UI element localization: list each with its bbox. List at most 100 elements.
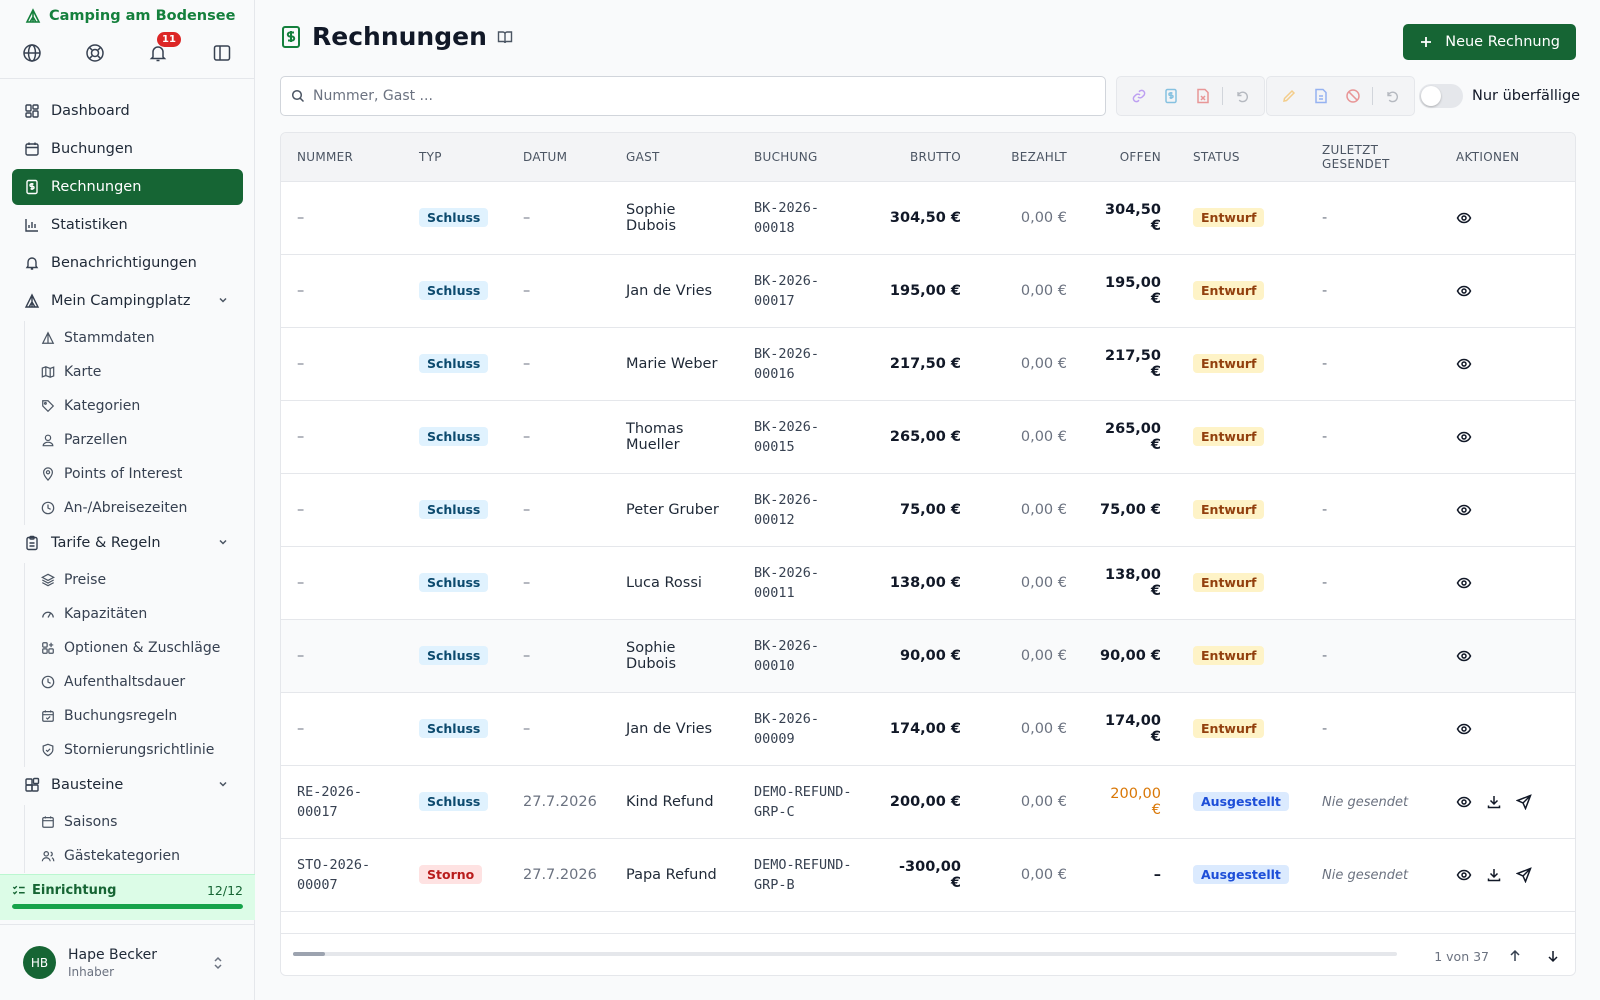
search-input[interactable] — [313, 88, 1073, 104]
booking-ref[interactable]: BK-2026-00015 — [754, 419, 819, 455]
eye-icon[interactable] — [1456, 867, 1472, 883]
edit-button[interactable] — [1273, 80, 1305, 112]
table-row[interactable]: – Schluss – Marie Weber BK-2026-00016 217,50 … — [281, 327, 1575, 401]
sub-item-an-abreise[interactable]: An-/Abreisezeiten — [41, 491, 243, 525]
eye-icon[interactable] — [1456, 210, 1472, 226]
eye-icon[interactable] — [1456, 721, 1472, 737]
nav-group-tarife-regeln[interactable]: Tarife & Regeln — [12, 525, 243, 561]
booking-ref[interactable]: BK-2026-00011 — [754, 565, 819, 601]
sub-item-parzellen[interactable]: Parzellen — [41, 423, 243, 457]
column-header[interactable]: DATUM — [507, 133, 610, 182]
sub-item-poi[interactable]: Points of Interest — [41, 457, 243, 491]
table-row[interactable]: – Schluss – Sophie Dubois BK-2026-00010 90,00… — [281, 619, 1575, 693]
invoice-date: 27.7.2026 — [523, 866, 597, 883]
sub-item-kapazitaeten[interactable]: Kapazitäten — [41, 597, 243, 631]
booking-ref[interactable]: BK-2026-00009 — [754, 711, 819, 747]
dashboard-icon — [24, 103, 40, 119]
avatar: HB — [23, 946, 56, 979]
column-header[interactable]: OFFEN — [1083, 133, 1177, 182]
scroll-down-button[interactable] — [1541, 944, 1565, 968]
send-icon[interactable] — [1516, 866, 1532, 883]
eye-icon[interactable] — [1456, 502, 1472, 518]
new-invoice-button[interactable]: Neue Rechnung — [1403, 24, 1576, 60]
table-row[interactable]: – Schluss – Jan de Vries BK-2026-00017 195,00… — [281, 254, 1575, 328]
booking-ref[interactable]: BK-2026-00018 — [754, 200, 819, 236]
globe-icon[interactable] — [19, 40, 45, 66]
booking-ref[interactable]: DEMO-REFUND-GRP-B — [754, 857, 852, 893]
nav-statistiken[interactable]: Statistiken — [12, 207, 243, 243]
reset-button[interactable] — [1376, 80, 1408, 112]
horizontal-scrollbar[interactable] — [293, 952, 1397, 956]
nav-group-mein-campingplatz[interactable]: Mein Campingplatz — [12, 283, 243, 319]
sub-item-buchungsregeln[interactable]: Buchungsregeln — [41, 699, 243, 733]
document-button[interactable] — [1305, 80, 1337, 112]
sub-item-optionen[interactable]: Optionen & Zuschläge — [41, 631, 243, 665]
column-header[interactable]: BUCHUNG — [738, 133, 872, 182]
scroll-up-button[interactable] — [1503, 944, 1527, 968]
brand[interactable]: Camping am Bodensee — [25, 8, 235, 24]
invoice-date: – — [523, 282, 531, 299]
column-header[interactable]: STATUS — [1177, 133, 1306, 182]
column-header[interactable]: TYP — [403, 133, 507, 182]
sub-item-aufenthaltsdauer[interactable]: Aufenthaltsdauer — [41, 665, 243, 699]
nav-rechnungen[interactable]: Rechnungen — [12, 169, 243, 205]
nav-benachrichtigungen[interactable]: Benachrichtigungen — [12, 245, 243, 281]
tag-icon — [41, 399, 55, 413]
send-icon[interactable] — [1516, 793, 1532, 810]
book-open-icon[interactable] — [497, 29, 513, 45]
nav-group-bausteine[interactable]: Bausteine — [12, 767, 243, 803]
sub-item-karte[interactable]: Karte — [41, 355, 243, 389]
sidebar-toggle-icon[interactable] — [209, 40, 235, 66]
sub-item-stornierungsrichtlinie[interactable]: Stornierungsrichtlinie — [41, 733, 243, 767]
notifications-bell-icon[interactable]: 11 — [145, 32, 181, 66]
table-row[interactable]: – Schluss – Luca Rossi BK-2026-00011 138,00 €… — [281, 546, 1575, 620]
notification-count-badge: 11 — [157, 32, 181, 47]
undo-button[interactable] — [1226, 80, 1258, 112]
column-header[interactable]: ZULETZT GESENDET — [1306, 133, 1440, 182]
booking-ref[interactable]: BK-2026-00010 — [754, 638, 819, 674]
download-icon[interactable] — [1486, 794, 1502, 810]
sub-item-kategorien[interactable]: Kategorien — [41, 389, 243, 423]
setup-progress[interactable]: Einrichtung 12/12 — [0, 874, 255, 920]
column-header[interactable]: BEZAHLT — [977, 133, 1083, 182]
booking-ref[interactable]: BK-2026-00017 — [754, 273, 819, 309]
invoice-doc-button[interactable] — [1155, 80, 1187, 112]
cancel-invoice-button[interactable] — [1337, 80, 1369, 112]
column-header[interactable]: NUMMER — [281, 133, 403, 182]
booking-ref[interactable]: BK-2026-00012 — [754, 492, 819, 528]
eye-icon[interactable] — [1456, 648, 1472, 664]
table-row[interactable]: – Schluss – Jan de Vries BK-2026-00009 174,00… — [281, 692, 1575, 766]
scrollbar-thumb[interactable] — [293, 952, 325, 956]
type-badge: Schluss — [419, 792, 489, 811]
sub-item-stammdaten[interactable]: Stammdaten — [41, 321, 243, 355]
eye-icon[interactable] — [1456, 429, 1472, 445]
nav-dashboard[interactable]: Dashboard — [12, 93, 243, 129]
eye-icon[interactable] — [1456, 794, 1472, 810]
sub-item-label: Gästekategorien — [64, 848, 180, 864]
eye-icon[interactable] — [1456, 283, 1472, 299]
table-row[interactable]: – Schluss – Sophie Dubois BK-2026-00018 304,5… — [281, 181, 1575, 255]
table-row[interactable]: STO-2026-00007 Storno 27.7.2026 Papa Refund… — [281, 838, 1575, 912]
help-lifebuoy-icon[interactable] — [82, 40, 108, 66]
table-row[interactable]: – Schluss – Thomas Mueller BK-2026-00015 265,… — [281, 400, 1575, 474]
user-menu[interactable]: HB Hape Becker Inhaber — [0, 924, 255, 1000]
sub-item-label: Karte — [64, 364, 102, 380]
sub-item-gaestekategorien[interactable]: Gästekategorien — [41, 839, 243, 873]
booking-ref[interactable]: DEMO-REFUND-GRP-C — [754, 784, 852, 820]
invoice-number: – — [297, 428, 305, 445]
download-icon[interactable] — [1486, 867, 1502, 883]
eye-icon[interactable] — [1456, 575, 1472, 591]
column-header[interactable]: GAST — [610, 133, 738, 182]
overdue-toggle[interactable] — [1419, 84, 1463, 108]
pdf-button[interactable] — [1187, 80, 1219, 112]
table-row[interactable]: – Schluss – Peter Gruber BK-2026-00012 75,00 … — [281, 473, 1575, 547]
link-button[interactable] — [1123, 80, 1155, 112]
sidebar: Camping am Bodensee 11 Dashboard Buchung… — [0, 0, 255, 1000]
column-header[interactable]: BRUTTO — [872, 133, 977, 182]
eye-icon[interactable] — [1456, 356, 1472, 372]
nav-buchungen[interactable]: Buchungen — [12, 131, 243, 167]
booking-ref[interactable]: BK-2026-00016 — [754, 346, 819, 382]
sub-item-preise[interactable]: Preise — [41, 563, 243, 597]
table-row[interactable]: RE-2026-00017 Schluss 27.7.2026 Kind Refund… — [281, 765, 1575, 839]
sub-item-saisons[interactable]: Saisons — [41, 805, 243, 839]
